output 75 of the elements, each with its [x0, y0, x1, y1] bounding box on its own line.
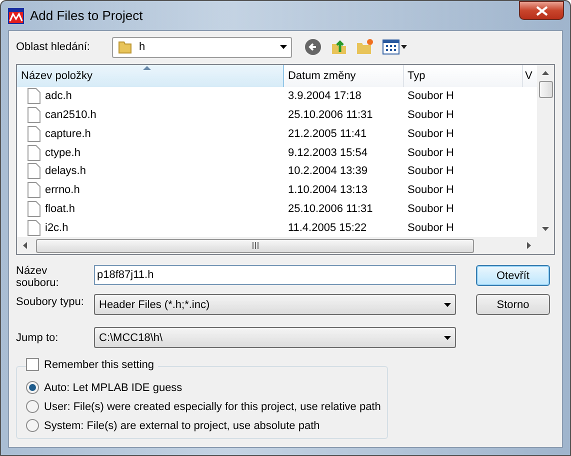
- file-type-label: Soubory typu:: [16, 295, 85, 310]
- close-button[interactable]: [519, 1, 564, 20]
- type-cell-text: Soubor H: [406, 108, 455, 123]
- up-folder-icon[interactable]: [330, 38, 348, 56]
- column-header[interactable]: Typ: [404, 65, 524, 87]
- file-name-label: Název souboru:: [16, 265, 60, 291]
- file-name-cell[interactable]: adc.h: [17, 86, 284, 106]
- date-cell-text: 9.12.2003 15:54: [286, 146, 368, 161]
- scroll-up-icon[interactable]: [542, 71, 549, 75]
- remember-label: Remember this setting: [44, 358, 154, 370]
- close-icon: [536, 6, 548, 16]
- date-cell-text: 25.10.2006 11:31: [286, 108, 374, 123]
- caret-icon: [444, 336, 451, 340]
- radio-button[interactable]: [26, 381, 39, 394]
- date-cell-text: 3.9.2004 17:18: [286, 89, 362, 104]
- date-cell-text: 11.4.2005 15:22: [286, 220, 368, 236]
- file-icon: [27, 106, 41, 123]
- scroll-thumb[interactable]: [36, 238, 474, 253]
- app-logo-icon: [8, 8, 24, 24]
- window-title: Add Files to Project: [30, 8, 143, 23]
- type-cell-text: Soubor H: [406, 183, 455, 198]
- look-in-label: Oblast hledání:: [16, 41, 91, 53]
- checkbox[interactable]: [26, 358, 39, 371]
- column-header[interactable]: Datum změny: [284, 65, 404, 87]
- file-icon: [27, 200, 41, 217]
- type-cell-text: Soubor H: [406, 220, 455, 236]
- file-name-cell[interactable]: delays.h: [17, 162, 284, 181]
- file-icon: [27, 126, 41, 142]
- type-cell-text: Soubor H: [406, 126, 455, 142]
- look-in-dropdown[interactable]: h: [112, 36, 292, 58]
- radio-button[interactable]: [26, 400, 39, 413]
- option-label: Auto: Let MPLAB IDE guess: [44, 382, 182, 394]
- file-name-cell[interactable]: can2510.h: [17, 106, 284, 124]
- new-folder-icon[interactable]: [356, 38, 374, 56]
- file-name-cell[interactable]: i2c.h: [17, 218, 284, 238]
- file-name-cell[interactable]: errno.h: [17, 180, 284, 200]
- file-icon: [27, 144, 41, 161]
- vertical-scrollbar[interactable]: [537, 65, 554, 254]
- horizontal-scrollbar[interactable]: [17, 237, 537, 254]
- option-label: System: File(s) are external to project, use absolute path: [44, 420, 320, 432]
- jump-to-dropdown[interactable]: C:\MCC18\h\: [94, 327, 456, 348]
- scroll-left-icon[interactable]: [23, 242, 27, 250]
- file-name-cell[interactable]: float.h: [17, 200, 284, 218]
- file-icon: [27, 163, 41, 180]
- sort-arrow-icon: [143, 66, 151, 70]
- jump-to-label: Jump to:: [16, 331, 60, 344]
- scroll-thumb[interactable]: [538, 81, 552, 98]
- file-icon: [27, 182, 41, 198]
- type-cell-text: Soubor H: [406, 164, 455, 180]
- caret-icon: [280, 45, 287, 49]
- date-cell-text: 10.2.2004 13:39: [286, 164, 368, 180]
- cancel-button[interactable]: Storno: [476, 294, 550, 315]
- back-icon[interactable]: [304, 38, 322, 56]
- date-cell-text: 1.10.2004 13:13: [286, 183, 368, 198]
- file-name-cell[interactable]: ctype.h: [17, 143, 284, 162]
- scroll-right-icon[interactable]: [527, 242, 531, 250]
- radio-button[interactable]: [26, 419, 39, 432]
- date-cell-text: 21.2.2005 11:41: [286, 126, 368, 142]
- type-cell-text: Soubor H: [406, 146, 455, 161]
- type-cell-text: Soubor H: [406, 202, 455, 217]
- view-menu-icon[interactable]: [382, 38, 408, 56]
- folder-icon: [117, 39, 133, 55]
- file-name-cell[interactable]: capture.h: [17, 124, 284, 144]
- file-name-field[interactable]: p18f87j11.h: [94, 265, 456, 285]
- grip-icon: [252, 242, 258, 250]
- scroll-down-icon[interactable]: [542, 227, 549, 231]
- file-icon: [27, 88, 41, 104]
- file-icon: [27, 220, 41, 236]
- option-label: User: File(s) were created especially for this project, use relative path: [44, 400, 381, 412]
- date-cell-text: 25.10.2006 11:31: [286, 202, 374, 217]
- caret-icon: [444, 302, 451, 306]
- type-cell-text: Soubor H: [406, 89, 455, 104]
- column-header[interactable]: Název položky: [17, 65, 284, 87]
- file-type-dropdown[interactable]: Header Files (*.h;*.inc): [94, 294, 456, 315]
- open-button[interactable]: Otevřít: [476, 265, 550, 286]
